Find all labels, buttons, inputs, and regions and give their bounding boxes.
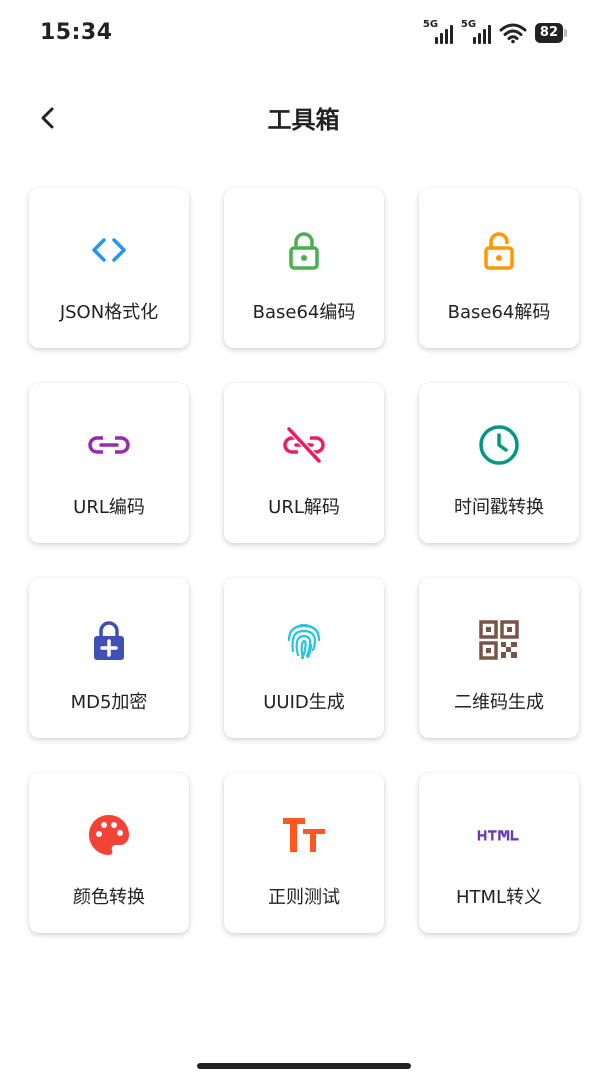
qr-code-icon	[479, 620, 519, 660]
tool-label: URL解码	[268, 497, 340, 518]
battery-level: 82	[534, 23, 563, 43]
link-icon	[88, 436, 130, 454]
tool-card-base64-encode[interactable]: Base64编码	[224, 188, 384, 348]
status-time: 15:34	[40, 20, 113, 45]
lock-open-icon	[484, 232, 514, 270]
app-bar: 工具箱	[0, 84, 607, 148]
tool-label: MD5加密	[70, 692, 148, 713]
tool-card-html-escape[interactable]: HTML转义	[419, 773, 579, 933]
tool-label: JSON格式化	[59, 302, 159, 323]
tool-card-qr-code[interactable]: 二维码生成	[419, 578, 579, 738]
status-bar: 15:34 5G 5G 82	[0, 0, 607, 68]
wifi-icon	[499, 23, 527, 44]
tool-card-timestamp[interactable]: 时间戳转换	[419, 383, 579, 543]
tool-card-color-convert[interactable]: 颜色转换	[29, 773, 189, 933]
tool-card-json-format[interactable]: JSON格式化	[29, 188, 189, 348]
tool-card-base64-decode[interactable]: Base64解码	[419, 188, 579, 348]
tool-label: UUID生成	[263, 692, 345, 713]
cellular-signal-icon: 5G	[423, 19, 453, 45]
tool-label: Base64解码	[447, 302, 551, 323]
tool-label: 正则测试	[268, 887, 340, 908]
tool-label: 时间戳转换	[454, 497, 544, 518]
lock-closed-icon	[289, 232, 319, 270]
home-indicator[interactable]	[197, 1063, 411, 1069]
tool-card-uuid[interactable]: UUID生成	[224, 578, 384, 738]
battery-icon: 82	[534, 23, 567, 43]
status-icons: 5G 5G 82	[423, 19, 567, 46]
tool-grid: JSON格式化 Base64编码 Base64解码 URL编码 URL解码 时间…	[29, 188, 579, 933]
enhanced-encryption-icon	[94, 621, 124, 660]
palette-icon	[89, 815, 129, 855]
code-icon	[92, 238, 126, 262]
html-icon	[477, 830, 519, 841]
tool-label: Base64编码	[252, 302, 356, 323]
cellular-signal-icon: 5G	[461, 19, 491, 45]
text-fields-icon	[283, 818, 325, 852]
fingerprint-icon	[287, 623, 321, 660]
tool-label: 颜色转换	[73, 887, 145, 908]
tool-label: URL编码	[73, 497, 145, 518]
link-off-icon	[283, 426, 325, 464]
page-title: 工具箱	[267, 106, 340, 134]
clock-icon	[479, 425, 519, 465]
tool-card-md5[interactable]: MD5加密	[29, 578, 189, 738]
tool-label: HTML转义	[455, 887, 543, 908]
tool-card-url-decode[interactable]: URL解码	[224, 383, 384, 543]
tool-label: 二维码生成	[454, 692, 544, 713]
tool-card-regex-test[interactable]: 正则测试	[224, 773, 384, 933]
tool-card-url-encode[interactable]: URL编码	[29, 383, 189, 543]
